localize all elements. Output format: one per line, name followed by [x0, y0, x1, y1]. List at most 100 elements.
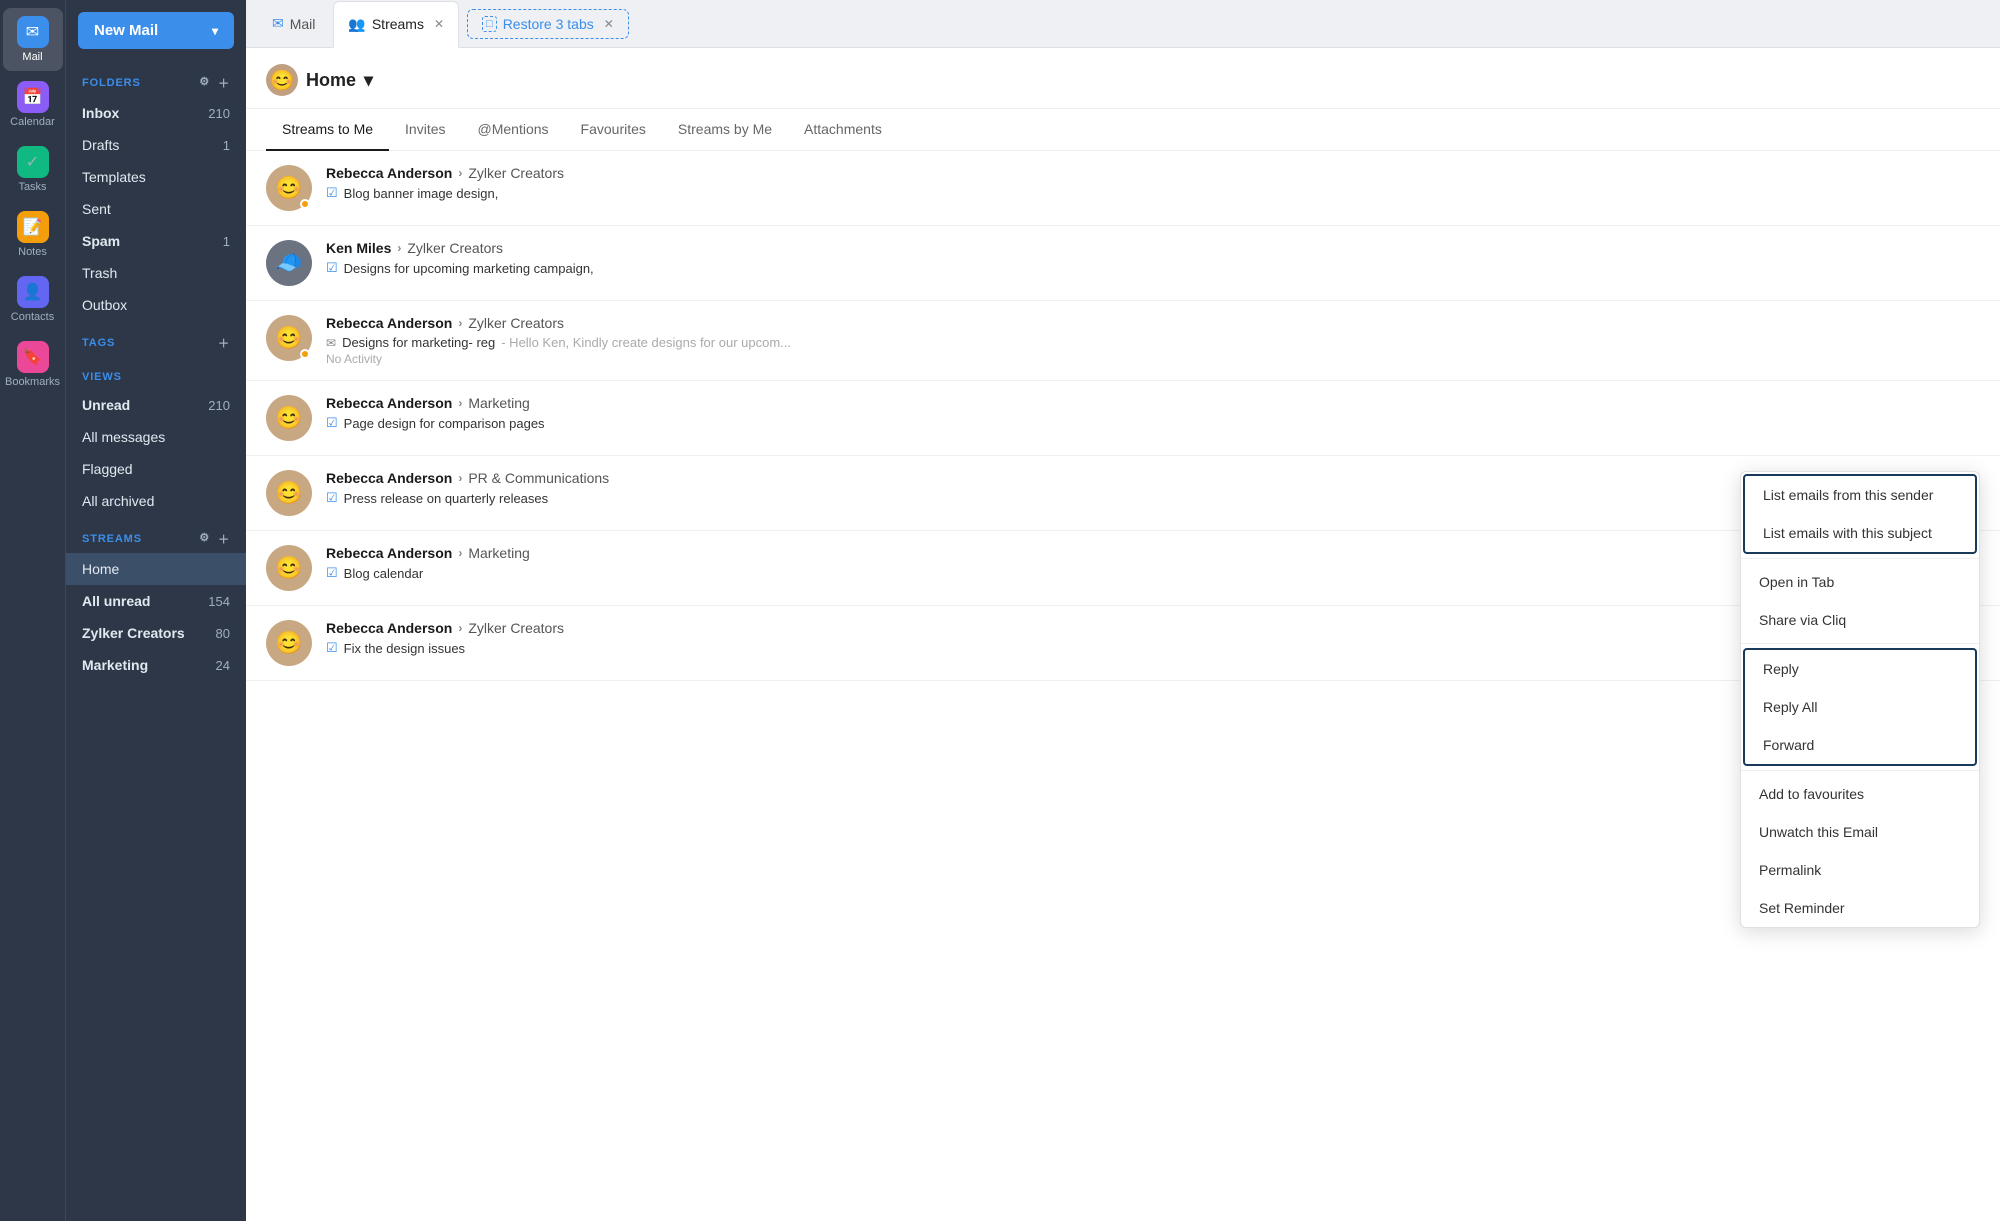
sidebar-item-all-archived[interactable]: All archived: [66, 485, 246, 517]
task-icon: ☑: [326, 260, 338, 276]
list-emails-sender[interactable]: List emails from this sender: [1745, 476, 1975, 514]
sidebar-item-outbox[interactable]: Outbox: [66, 289, 246, 321]
app-icon-mail[interactable]: ✉ Mail: [3, 8, 63, 71]
set-reminder[interactable]: Set Reminder: [1741, 889, 1979, 927]
email-body: Rebecca Anderson › Marketing ☑ Page desi…: [326, 395, 1980, 433]
sidebar-item-unread[interactable]: Unread 210: [66, 389, 246, 421]
tab-mail[interactable]: ✉ Mail: [258, 0, 329, 47]
divider: [1741, 770, 1979, 771]
restore-tabs-button[interactable]: □ Restore 3 tabs ✕: [467, 9, 629, 39]
app-icon-contacts[interactable]: 👤 Contacts: [3, 268, 63, 331]
contacts-icon: 👤: [17, 276, 49, 308]
permalink[interactable]: Permalink: [1741, 851, 1979, 889]
channel-name: Zylker Creators: [468, 165, 564, 181]
sender-name: Rebecca Anderson: [326, 545, 452, 561]
sender-line: Rebecca Anderson › Zylker Creators: [326, 165, 1980, 181]
add-icon[interactable]: ＋: [218, 75, 230, 91]
streams-tab-icon: 👥: [348, 16, 365, 33]
tags-header-icons[interactable]: ＋: [218, 335, 230, 351]
add-icon[interactable]: ＋: [218, 335, 230, 351]
sidebar-item-zylker-creators[interactable]: Zylker Creators 80: [66, 617, 246, 649]
dropdown-icon[interactable]: ▾: [364, 70, 373, 91]
close-restore-icon[interactable]: ✕: [604, 17, 614, 31]
streams-settings-icon[interactable]: ⚙: [199, 531, 210, 547]
app-icon-notes[interactable]: 📝 Notes: [3, 203, 63, 266]
avatar-wrap: 😊: [266, 620, 312, 666]
list-emails-subject[interactable]: List emails with this subject: [1745, 514, 1975, 552]
unread-dot: [300, 199, 310, 209]
app-icon-bookmarks[interactable]: 🔖 Bookmarks: [3, 333, 63, 396]
all-messages-label: All messages: [82, 429, 165, 445]
arrow-icon: ›: [458, 166, 462, 180]
share-via-cliq[interactable]: Share via Cliq: [1741, 601, 1979, 639]
email-item[interactable]: 😊 Rebecca Anderson › Marketing ☑ Blog ca…: [246, 531, 2000, 606]
sidebar: ✉ Mail 📅 Calendar ✓ Tasks 📝 Notes 👤 Cont…: [0, 0, 246, 1221]
avatar: 😊: [266, 470, 312, 516]
tab-favourites[interactable]: Favourites: [565, 109, 662, 151]
home-title[interactable]: 😊 Home ▾: [266, 64, 373, 96]
app-icon-label: Tasks: [18, 181, 46, 193]
email-item[interactable]: 😊 Rebecca Anderson › Zylker Creators ☑ B…: [246, 151, 2000, 226]
email-item[interactable]: 😊 Rebecca Anderson › Zylker Creators ✉ D…: [246, 301, 2000, 381]
unwatch-email[interactable]: Unwatch this Email: [1741, 813, 1979, 851]
divider: [1741, 643, 1979, 644]
streams-tabs-nav: Streams to Me Invites @Mentions Favourit…: [246, 109, 2000, 151]
sidebar-item-drafts[interactable]: Drafts 1: [66, 129, 246, 161]
task-icon: ☑: [326, 185, 338, 201]
sidebar-item-sent[interactable]: Sent: [66, 193, 246, 225]
app-icon-tasks[interactable]: ✓ Tasks: [3, 138, 63, 201]
all-unread-stream-count: 154: [208, 594, 230, 609]
avatar: 😊: [266, 620, 312, 666]
new-mail-button[interactable]: New Mail ▾: [78, 12, 234, 49]
task-icon: ☑: [326, 490, 338, 506]
email-body: Rebecca Anderson › Marketing ☑ Blog cale…: [326, 545, 1980, 583]
gear-icon[interactable]: ⚙: [199, 75, 210, 91]
sidebar-item-all-messages[interactable]: All messages: [66, 421, 246, 453]
sidebar-item-marketing[interactable]: Marketing 24: [66, 649, 246, 681]
add-to-favourites[interactable]: Add to favourites: [1741, 775, 1979, 813]
reply-all-button[interactable]: Reply All: [1745, 688, 1975, 726]
sidebar-item-templates[interactable]: Templates: [66, 161, 246, 193]
email-item[interactable]: 😊 Rebecca Anderson › Marketing ☑ Page de…: [246, 381, 2000, 456]
sender-name: Rebecca Anderson: [326, 620, 452, 636]
arrow-icon: ›: [458, 316, 462, 330]
mentions-label: @Mentions: [478, 121, 549, 137]
email-body: Ken Miles › Zylker Creators ☑ Designs fo…: [326, 240, 1980, 278]
add-stream-icon[interactable]: ＋: [218, 531, 230, 547]
reply-button[interactable]: Reply: [1745, 650, 1975, 688]
folder-navigation: New Mail ▾ FOLDERS ⚙ ＋ Inbox 210 Drafts …: [66, 0, 246, 1221]
tab-invites[interactable]: Invites: [389, 109, 461, 151]
email-item[interactable]: 🧢 Ken Miles › Zylker Creators ☑ Designs …: [246, 226, 2000, 301]
streams-section-header: STREAMS ⚙ ＋: [66, 517, 246, 553]
sidebar-item-spam[interactable]: Spam 1: [66, 225, 246, 257]
close-streams-tab-icon[interactable]: ✕: [434, 17, 444, 31]
sidebar-item-inbox[interactable]: Inbox 210: [66, 97, 246, 129]
avatar-wrap: 😊: [266, 315, 312, 361]
forward-button[interactable]: Forward: [1745, 726, 1975, 764]
sent-label: Sent: [82, 201, 111, 217]
streams-header-icons[interactable]: ⚙ ＋: [199, 531, 230, 547]
email-item[interactable]: 😊 Rebecca Anderson › PR & Communications…: [246, 456, 2000, 531]
inbox-count: 210: [208, 106, 230, 121]
sender-line: Ken Miles › Zylker Creators: [326, 240, 1980, 256]
mail-tab-icon: ✉: [272, 15, 284, 32]
sidebar-item-all-unread-stream[interactable]: All unread 154: [66, 585, 246, 617]
drafts-label: Drafts: [82, 137, 119, 153]
open-in-tab[interactable]: Open in Tab: [1741, 563, 1979, 601]
sidebar-item-flagged[interactable]: Flagged: [66, 453, 246, 485]
sender-line: Rebecca Anderson › Zylker Creators: [326, 315, 1980, 331]
tab-streams[interactable]: 👥 Streams ✕: [333, 1, 459, 48]
context-menu-group-reply: Reply Reply All Forward: [1743, 648, 1977, 766]
tab-attachments[interactable]: Attachments: [788, 109, 898, 151]
tab-streams-to-me[interactable]: Streams to Me: [266, 109, 389, 151]
tab-mentions[interactable]: @Mentions: [462, 109, 565, 151]
sidebar-item-trash[interactable]: Trash: [66, 257, 246, 289]
task-icon: ☑: [326, 565, 338, 581]
tags-label: TAGS: [82, 337, 115, 349]
inbox-label: Inbox: [82, 105, 119, 121]
email-item[interactable]: 😊 Rebecca Anderson › Zylker Creators ☑ F…: [246, 606, 2000, 681]
folders-header-icons[interactable]: ⚙ ＋: [199, 75, 230, 91]
app-icon-calendar[interactable]: 📅 Calendar: [3, 73, 63, 136]
tab-streams-by-me[interactable]: Streams by Me: [662, 109, 788, 151]
sidebar-item-home-stream[interactable]: Home: [66, 553, 246, 585]
